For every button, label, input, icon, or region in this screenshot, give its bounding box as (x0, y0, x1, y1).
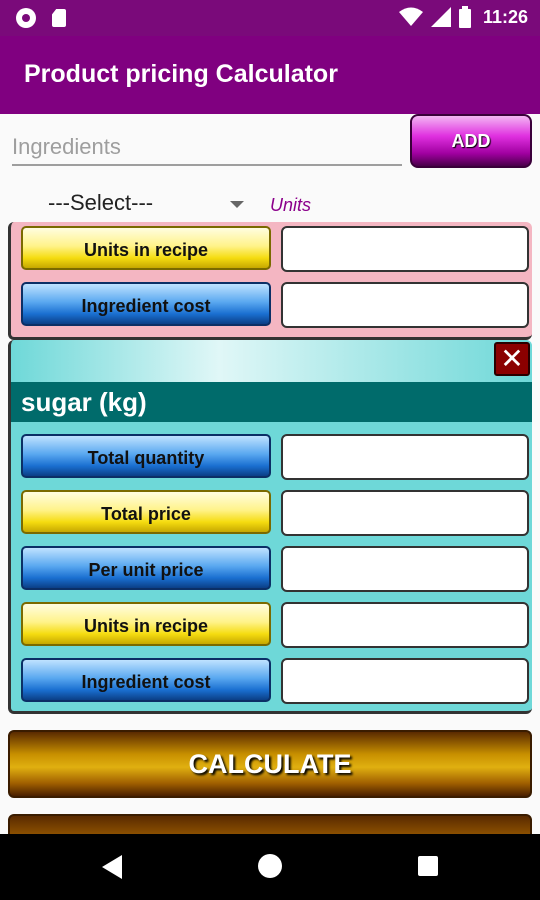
wifi-icon (398, 7, 423, 26)
notification-circle-icon (16, 8, 36, 28)
add-button[interactable]: ADD (410, 114, 532, 168)
app-bar: Product pricing Calculator (0, 36, 540, 114)
ingredient-cost-field[interactable] (281, 658, 529, 704)
recent-apps-icon[interactable] (418, 856, 438, 876)
row-units-in-recipe: Units in recipe (17, 602, 529, 648)
units-label: Units (270, 195, 312, 215)
ingredient-card: ✕ sugar (kg) Total quantity Total price … (8, 340, 532, 714)
total-price-field[interactable] (281, 490, 529, 536)
ingredient-title: sugar (kg) (21, 387, 147, 417)
unit-select[interactable]: ---Select--- (48, 186, 248, 222)
calculate-button[interactable]: CALCULATE (8, 730, 532, 798)
sd-card-icon (52, 9, 66, 27)
per-unit-price-label: Per unit price (21, 546, 271, 590)
navigation-bar (0, 834, 540, 900)
units-in-recipe-field[interactable] (281, 226, 529, 272)
row-per-unit-price: Per unit price (17, 546, 529, 592)
row-ingredient-cost: Ingredient cost (17, 282, 529, 328)
dropdown-arrow-icon (230, 201, 244, 208)
ingredient-cost-label: Ingredient cost (21, 282, 271, 326)
total-quantity-label: Total quantity (21, 434, 271, 478)
ingredient-cost-field[interactable] (281, 282, 529, 328)
status-time: 11:26 (482, 6, 528, 27)
per-unit-price-field[interactable] (281, 546, 529, 592)
row-total-quantity: Total quantity (17, 434, 529, 480)
row-ingredient-cost: Ingredient cost (17, 658, 529, 704)
battery-icon (458, 6, 471, 28)
back-icon[interactable] (102, 855, 122, 879)
total-price-label: Total price (21, 490, 271, 534)
units-in-recipe-field[interactable] (281, 602, 529, 648)
units-in-recipe-label: Units in recipe (21, 602, 271, 646)
home-icon[interactable] (258, 854, 282, 878)
ingredient-cost-label: Ingredient cost (21, 658, 271, 702)
app-title: Product pricing Calculator (24, 60, 338, 88)
row-total-price: Total price (17, 490, 529, 536)
unit-select-value: ---Select--- (48, 190, 154, 215)
total-quantity-field[interactable] (281, 434, 529, 480)
card-title-bar: sugar (kg) (11, 382, 532, 422)
card-header (11, 340, 532, 384)
ingredients-input[interactable] (12, 130, 402, 166)
close-icon[interactable]: ✕ (494, 342, 530, 376)
units-in-recipe-label: Units in recipe (21, 226, 271, 270)
ingredient-card-partial: Units in recipe Ingredient cost (8, 222, 532, 340)
signal-icon (430, 7, 451, 27)
row-units-in-recipe: Units in recipe (17, 226, 529, 272)
status-bar: 11:26 (0, 0, 540, 36)
